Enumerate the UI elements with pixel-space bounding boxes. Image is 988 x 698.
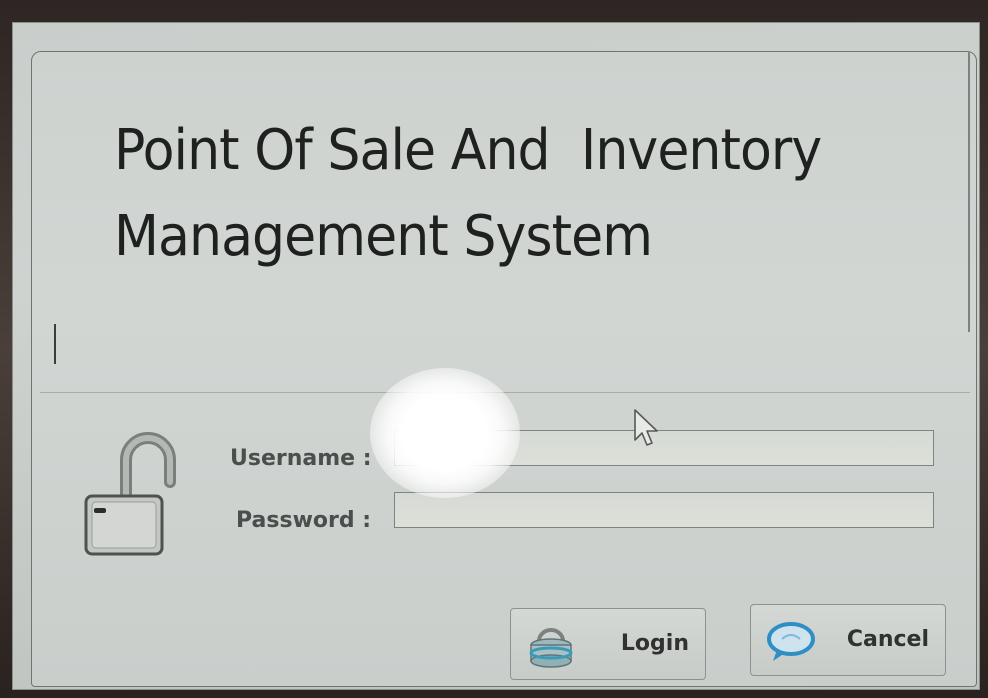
database-login-icon: [529, 628, 573, 668]
title-area: Point Of Sale And Inventory Management S…: [32, 52, 976, 332]
login-window: Point Of Sale And Inventory Management S…: [31, 51, 977, 687]
title-panel-border: [968, 52, 970, 332]
login-button-label: Login: [620, 631, 689, 656]
login-button[interactable]: Login: [510, 608, 706, 680]
username-label: Username :: [230, 446, 372, 471]
speech-bubble-cancel-icon: [767, 622, 815, 661]
cancel-button-label: Cancel: [846, 627, 929, 652]
panel-edge-mark: [54, 324, 56, 364]
app-title: Point Of Sale And Inventory Management S…: [114, 108, 877, 280]
app-title-line1: Point Of Sale And Inventory: [114, 118, 822, 183]
unlocked-padlock-icon: [84, 432, 176, 556]
section-divider: [40, 392, 970, 393]
password-label: Password :: [236, 508, 372, 533]
cancel-button[interactable]: Cancel: [750, 604, 946, 676]
password-input[interactable]: [394, 492, 934, 528]
app-title-line2: Management System: [114, 204, 653, 269]
mouse-pointer-icon: [634, 409, 658, 446]
username-input[interactable]: [394, 430, 934, 466]
screen: Point Of Sale And Inventory Management S…: [12, 22, 980, 690]
